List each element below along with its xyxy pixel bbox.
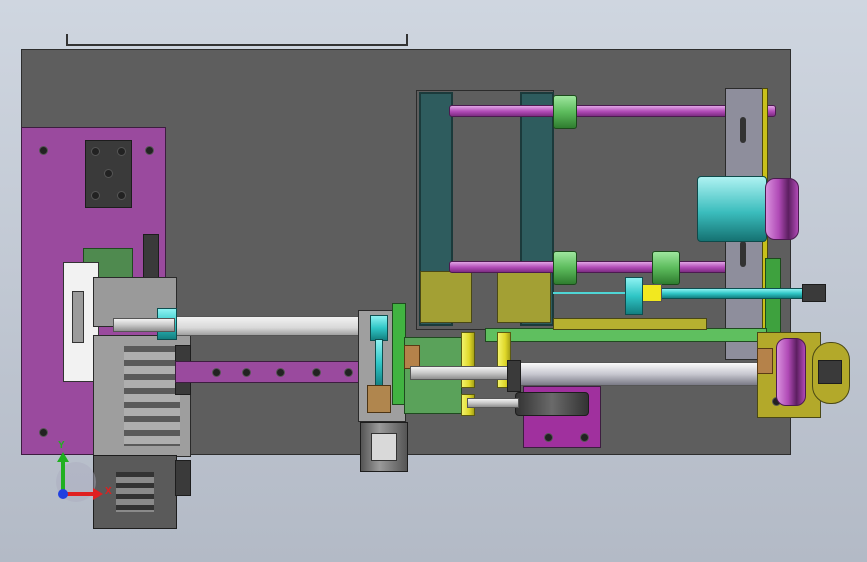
screw: [276, 368, 285, 377]
olive-rail[interactable]: [553, 318, 707, 330]
motor-body[interactable]: [697, 176, 767, 242]
olive-foot-right[interactable]: [497, 271, 551, 323]
reference-line: [66, 44, 408, 46]
z-axis-dot-icon: [58, 489, 68, 499]
reference-tick-left: [66, 34, 68, 46]
screw: [212, 368, 221, 377]
horizontal-link-bar[interactable]: [175, 361, 362, 383]
clamp-lever: [72, 291, 84, 343]
screw: [145, 146, 154, 155]
horizontal-shaft[interactable]: [175, 316, 367, 336]
cylinder-face: [371, 433, 397, 461]
tie-rod-end-left[interactable]: [642, 284, 662, 302]
screw: [344, 368, 353, 377]
shaft-stub[interactable]: [113, 318, 175, 332]
center-coupling-bottom[interactable]: [367, 385, 391, 413]
coordinate-triad: Y X: [48, 440, 118, 510]
right-end-hub[interactable]: [818, 360, 842, 384]
screw: [544, 433, 553, 442]
olive-foot-left[interactable]: [420, 271, 472, 323]
center-coupling-top[interactable]: [370, 315, 388, 341]
cyan-tie-rod[interactable]: [655, 288, 807, 299]
y-axis-label: Y: [58, 440, 65, 451]
screw: [117, 191, 126, 200]
screw: [117, 147, 126, 156]
main-horizontal-cylinder[interactable]: [515, 362, 762, 386]
motor-pulley-upper[interactable]: [765, 178, 799, 240]
y-axis-head-icon: [57, 452, 69, 462]
screw: [104, 169, 113, 178]
long-green-plate[interactable]: [485, 328, 767, 342]
upper-collar[interactable]: [553, 95, 577, 129]
small-cyan-bracket[interactable]: [625, 277, 643, 315]
screw: [91, 191, 100, 200]
cylinder-end-cap[interactable]: [507, 360, 521, 392]
screw: [580, 433, 589, 442]
screw: [39, 146, 48, 155]
slot: [740, 241, 746, 267]
cad-viewport[interactable]: Y X: [0, 0, 867, 562]
screw: [242, 368, 251, 377]
small-actuator[interactable]: [515, 392, 589, 416]
screw: [39, 428, 48, 437]
bronze-collar[interactable]: [757, 348, 773, 374]
lower-collar-right[interactable]: [652, 251, 680, 285]
piston-rod[interactable]: [410, 366, 517, 380]
screw: [91, 147, 100, 156]
lower-pulley[interactable]: [776, 338, 806, 406]
screw: [312, 368, 321, 377]
slot: [740, 117, 746, 143]
left-drive-bottom-side[interactable]: [175, 460, 191, 496]
small-actuator-rod[interactable]: [467, 398, 519, 408]
drive-fin: [124, 346, 180, 446]
pneumatic-cylinder[interactable]: [360, 422, 408, 472]
center-vertical-rod[interactable]: [375, 339, 383, 387]
drive-bottom-fin: [116, 472, 154, 512]
square-bracket[interactable]: [85, 140, 132, 208]
reference-tick-right: [406, 34, 408, 46]
x-axis-label: X: [105, 486, 112, 497]
tie-rod-end-right[interactable]: [802, 284, 826, 302]
x-axis-head-icon: [93, 488, 103, 500]
lower-collar-left[interactable]: [553, 251, 577, 285]
